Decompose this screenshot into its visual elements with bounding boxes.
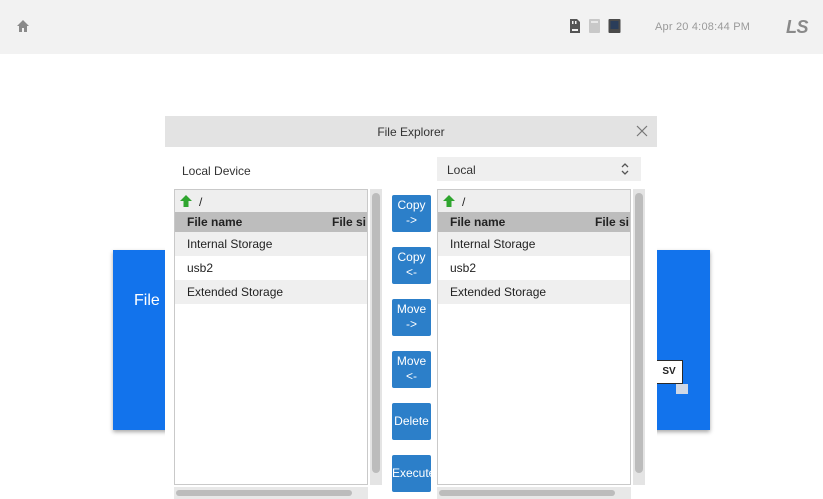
column-file-size[interactable]: File si [595, 215, 630, 229]
device-select[interactable]: Local [437, 157, 641, 181]
list-item[interactable]: Extended Storage [438, 280, 630, 304]
column-file-name[interactable]: File name [450, 215, 505, 229]
list-item[interactable]: Internal Storage [175, 232, 367, 256]
move-left-button[interactable]: Move <- [392, 351, 431, 388]
right-file-pane: / File name File si Internal Storage usb… [437, 189, 645, 499]
button-label: Move [396, 302, 427, 316]
up-arrow-icon[interactable] [179, 194, 193, 208]
left-horizontal-scrollbar[interactable] [174, 487, 368, 499]
copy-right-button[interactable]: Copy -> [392, 195, 431, 232]
button-label: Copy [397, 198, 426, 212]
column-file-size[interactable]: File si [332, 215, 367, 229]
right-vertical-scrollbar[interactable] [633, 189, 645, 485]
right-current-path: / [462, 195, 466, 209]
up-arrow-icon[interactable] [442, 194, 456, 208]
sd-card-icon [570, 19, 580, 33]
background-card-title: File [134, 292, 160, 309]
file-explorer-dialog: File Explorer Local Device Local / File … [165, 116, 657, 499]
button-label: Move [396, 354, 427, 368]
datetime: Apr 20 4:08:44 PM [655, 21, 751, 33]
chevron-updown-icon [621, 163, 629, 175]
execute-button[interactable]: Execute [392, 455, 431, 492]
list-item[interactable]: usb2 [438, 256, 630, 280]
list-item[interactable]: Internal Storage [438, 232, 630, 256]
dialog-title: File Explorer [377, 125, 445, 139]
right-path-bar: / [438, 190, 630, 212]
monitor-icon [608, 19, 621, 33]
button-arrow: <- [405, 265, 417, 279]
scrollbar-thumb[interactable] [176, 490, 352, 496]
left-file-list[interactable]: / File name File si Internal Storage usb… [174, 189, 368, 485]
device-select-value: Local [447, 163, 476, 177]
button-arrow: -> [405, 213, 417, 227]
button-arrow: -> [405, 317, 417, 331]
csv-file-shadow [676, 384, 688, 394]
move-right-button[interactable]: Move -> [392, 299, 431, 336]
left-vertical-scrollbar[interactable] [370, 189, 382, 485]
background-card-right [650, 250, 710, 430]
left-column-header: File name File si [175, 212, 367, 232]
copy-left-button[interactable]: Copy <- [392, 247, 431, 284]
home-icon[interactable] [16, 19, 30, 33]
button-arrow: <- [405, 369, 417, 383]
delete-button[interactable]: Delete [392, 403, 431, 440]
status-bar: Apr 20 4:08:44 PM LS [0, 0, 823, 54]
list-item[interactable]: Extended Storage [175, 280, 367, 304]
right-horizontal-scrollbar[interactable] [437, 487, 631, 499]
close-icon[interactable] [635, 124, 649, 138]
left-file-pane: / File name File si Internal Storage usb… [174, 189, 382, 499]
right-rows: Internal Storage usb2 Extended Storage [438, 232, 630, 304]
list-item[interactable]: usb2 [175, 256, 367, 280]
scrollbar-thumb[interactable] [635, 193, 643, 473]
left-path-bar: / [175, 190, 367, 212]
right-file-list[interactable]: / File name File si Internal Storage usb… [437, 189, 631, 485]
csv-file-icon: SV [655, 360, 683, 384]
right-column-header: File name File si [438, 212, 630, 232]
dialog-header: File Explorer [165, 116, 657, 147]
local-device-label: Local Device [182, 164, 251, 178]
scrollbar-thumb[interactable] [372, 193, 380, 473]
button-label: Copy [397, 250, 426, 264]
scrollbar-thumb[interactable] [439, 490, 615, 496]
status-icons [568, 18, 621, 34]
left-current-path: / [199, 195, 203, 209]
column-file-name[interactable]: File name [187, 215, 242, 229]
brand-logo: LS [786, 17, 809, 37]
storage-icon [589, 19, 600, 33]
left-rows: Internal Storage usb2 Extended Storage [175, 232, 367, 304]
